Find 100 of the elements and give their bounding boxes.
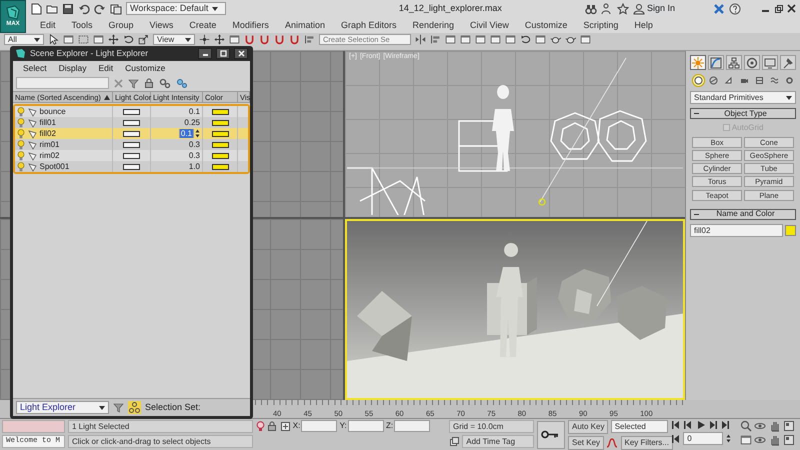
- redo-icon[interactable]: [94, 2, 106, 14]
- window-icon[interactable]: [580, 34, 591, 45]
- menu-item[interactable]: Display: [52, 63, 92, 74]
- lock-icon[interactable]: [267, 421, 278, 431]
- light-color-swatch[interactable]: [123, 108, 140, 115]
- close-icon[interactable]: [787, 4, 796, 13]
- star-icon[interactable]: [616, 2, 629, 14]
- key-filters-button[interactable]: Key Filters...: [620, 436, 673, 450]
- coordinate-field[interactable]: [301, 420, 338, 432]
- maximize-viewport-icon[interactable]: [782, 434, 795, 446]
- curve-icon[interactable]: [606, 437, 618, 450]
- set-key-mode-button[interactable]: [537, 420, 565, 448]
- rollout-header[interactable]: Name and Color: [690, 208, 796, 220]
- mirror-icon[interactable]: [415, 34, 426, 45]
- cursor-icon[interactable]: [48, 34, 59, 45]
- snap-magnet-icon[interactable]: [289, 34, 300, 45]
- object-name-field[interactable]: fill02: [690, 224, 783, 237]
- window-icon[interactable]: [445, 34, 456, 45]
- binoculars-icon[interactable]: [584, 2, 597, 14]
- move-icon[interactable]: [108, 34, 119, 45]
- menu-item[interactable]: Rendering: [404, 18, 462, 32]
- scale-icon[interactable]: [138, 34, 149, 45]
- filter-icon[interactable]: [113, 402, 124, 413]
- command-panel-tab[interactable]: [708, 55, 724, 70]
- window-icon[interactable]: [490, 34, 501, 45]
- project-folder-icon[interactable]: [110, 2, 122, 14]
- hand-icon[interactable]: [768, 434, 780, 446]
- next-frame-icon[interactable]: [720, 420, 730, 430]
- filter-icon[interactable]: [128, 78, 139, 89]
- light-color-swatch[interactable]: [123, 130, 140, 137]
- menu-item[interactable]: Graph Editors: [332, 18, 404, 32]
- light-bulb-icon[interactable]: [17, 162, 25, 172]
- light-row[interactable]: rim01 0.3: [15, 139, 248, 150]
- workspace-dropdown[interactable]: Workspace: Default: [126, 2, 226, 15]
- menu-item[interactable]: Scripting: [575, 18, 626, 32]
- menu-item[interactable]: Group: [100, 18, 142, 32]
- restore-icon[interactable]: [774, 4, 783, 13]
- window-icon[interactable]: [460, 34, 471, 45]
- object-color-swatch[interactable]: [785, 224, 796, 236]
- hierarchy-icon[interactable]: [128, 401, 141, 414]
- selection-filter-dropdown[interactable]: All: [4, 34, 44, 45]
- window-icon[interactable]: [229, 34, 240, 45]
- previous-frame-icon[interactable]: [683, 420, 694, 430]
- undo-icon[interactable]: [78, 2, 90, 14]
- save-icon[interactable]: [62, 2, 74, 14]
- light-bulb-icon[interactable]: [17, 106, 25, 117]
- menu-item[interactable]: Create: [181, 18, 224, 32]
- intensity-field[interactable]: 0.1: [178, 129, 194, 138]
- play-icon[interactable]: [696, 420, 706, 430]
- next-frame-icon[interactable]: [708, 420, 718, 430]
- light-color-swatch[interactable]: [123, 142, 140, 148]
- set-key-button[interactable]: Set Key: [568, 436, 604, 450]
- light-color-swatch[interactable]: [123, 152, 140, 159]
- gears-icon[interactable]: [159, 78, 171, 89]
- add-time-tag-button[interactable]: Add Time Tag: [462, 435, 534, 448]
- zoom-icon[interactable]: [740, 420, 752, 432]
- rollout-header[interactable]: Object Type: [690, 108, 796, 119]
- light-row[interactable]: bounce 0.1: [15, 106, 248, 118]
- explorer-dropdown[interactable]: Light Explorer: [16, 401, 109, 414]
- sign-in-button[interactable]: Sign In: [632, 2, 675, 16]
- spinner-icon[interactable]: [726, 434, 730, 444]
- selection-lock-icon[interactable]: [280, 420, 290, 432]
- auto-key-button[interactable]: Auto Key: [568, 420, 608, 434]
- coordinate-field[interactable]: [348, 420, 384, 432]
- window-icon[interactable]: [93, 34, 104, 45]
- command-panel-tab[interactable]: [780, 55, 796, 70]
- folder-icon[interactable]: [46, 2, 58, 14]
- help-icon[interactable]: [729, 2, 741, 14]
- menu-item[interactable]: Customize: [119, 63, 172, 74]
- maximize-viewport-icon[interactable]: [782, 420, 795, 432]
- wire-color-swatch[interactable]: [212, 152, 228, 159]
- window-icon[interactable]: [740, 434, 752, 446]
- hand-icon[interactable]: [768, 420, 780, 432]
- rectangle-select-icon[interactable]: [78, 34, 89, 45]
- people-icon[interactable]: [600, 2, 613, 14]
- light-row[interactable]: rim02 0.3: [15, 150, 248, 162]
- wire-color-swatch[interactable]: [212, 130, 228, 137]
- reference-coordinate-dropdown[interactable]: View: [153, 34, 195, 45]
- previous-frame-icon[interactable]: [671, 420, 681, 430]
- category-button[interactable]: [692, 74, 706, 87]
- align-icon[interactable]: [430, 34, 441, 45]
- window-icon[interactable]: [475, 34, 486, 45]
- window-icon[interactable]: [63, 34, 74, 45]
- primitive-type-dropdown[interactable]: Standard Primitives: [690, 91, 796, 104]
- pivot-icon[interactable]: [199, 34, 210, 45]
- menu-item[interactable]: Help: [626, 18, 661, 32]
- wire-color-swatch[interactable]: [212, 108, 228, 115]
- window-icon[interactable]: [535, 34, 546, 45]
- light-color-swatch[interactable]: [123, 164, 140, 170]
- command-panel-tab[interactable]: [762, 55, 778, 70]
- menu-item[interactable]: Views: [142, 18, 182, 32]
- script-listener-field[interactable]: [2, 420, 65, 433]
- align-icon[interactable]: [304, 34, 315, 45]
- frame-field[interactable]: 0: [683, 432, 724, 446]
- move-icon[interactable]: [214, 34, 225, 45]
- command-panel-tab[interactable]: [744, 55, 760, 70]
- time-tag-icon[interactable]: [449, 436, 460, 448]
- light-bulb-icon[interactable]: [17, 140, 25, 150]
- menu-item[interactable]: Customize: [516, 18, 576, 32]
- previous-frame-icon[interactable]: [671, 434, 681, 444]
